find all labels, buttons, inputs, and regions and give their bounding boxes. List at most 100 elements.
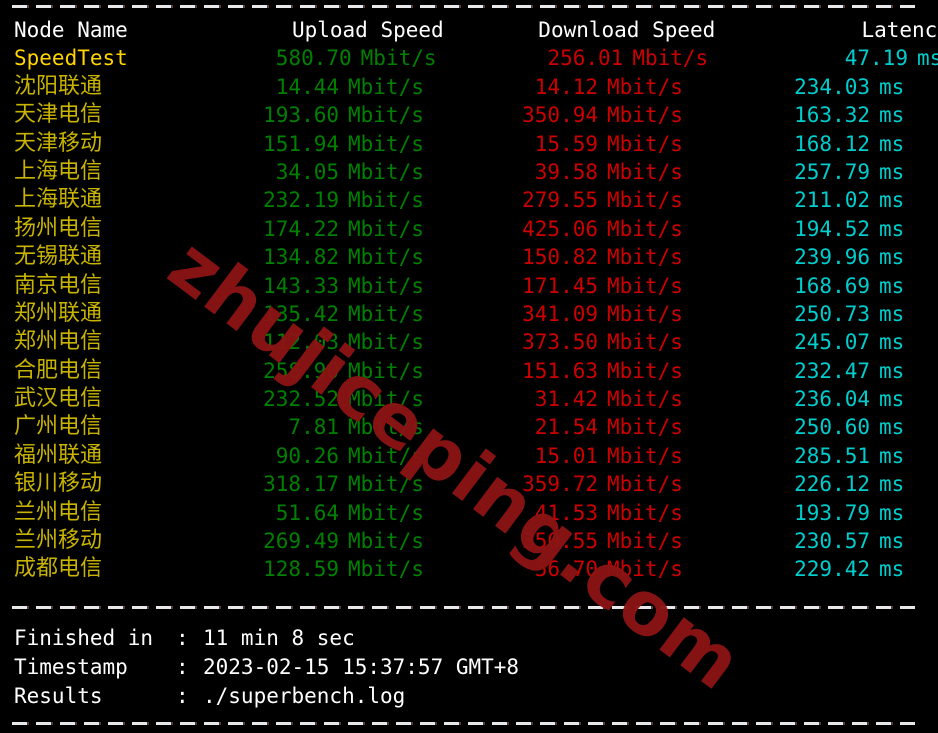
node-download-speed: 425.06 Mbit/s — [445, 215, 704, 243]
upload-value: 34.05 — [275, 159, 339, 184]
summary-latency-value: 47.19 — [844, 46, 908, 71]
separator-dash — [900, 5, 915, 8]
download-value: 31.42 — [534, 387, 598, 412]
node-name: 广州电信 — [14, 414, 103, 440]
footer-label: Timestamp — [14, 655, 128, 679]
node-download-speed: 14.12 Mbit/s — [445, 73, 704, 101]
separator-dash — [132, 722, 148, 725]
separator-dash — [444, 722, 460, 725]
download-unit: Mbit/s — [607, 557, 683, 582]
footer-row: Finished in:11 min 8 sec — [0, 624, 938, 653]
separator-dash — [12, 5, 28, 8]
separator-dash — [900, 606, 915, 609]
latency-unit: ms — [879, 415, 905, 440]
download-unit: Mbit/s — [607, 301, 683, 326]
separator-dash — [852, 5, 868, 8]
upload-unit: Mbit/s — [348, 188, 424, 213]
node-upload-speed: 128.59 Mbit/s — [180, 555, 445, 583]
latency-unit: ms — [879, 301, 905, 326]
separator-dash — [732, 606, 748, 609]
node-upload-speed: 34.05 Mbit/s — [180, 158, 445, 186]
separator-bottom — [12, 722, 915, 725]
node-name: 沈阳联通 — [14, 73, 103, 99]
node-download-speed: 341.09 Mbit/s — [445, 300, 704, 328]
separator-dash — [324, 5, 340, 8]
separator-dash — [516, 606, 532, 609]
table-row: 郑州联通 135.42 Mbit/s 341.09 Mbit/s 250.73 ms — [0, 300, 938, 328]
separator-dash — [660, 606, 676, 609]
node-latency: 239.96 ms — [704, 243, 926, 271]
node-name: 南京电信 — [14, 272, 103, 298]
node-latency: 250.73 ms — [704, 300, 926, 328]
node-latency: 236.04 ms — [704, 385, 926, 413]
download-value: 350.94 — [522, 103, 598, 128]
upload-value: 151.94 — [263, 131, 339, 156]
summary-row-name: SpeedTest — [14, 46, 128, 71]
upload-value: 318.17 — [263, 472, 339, 497]
footer-colon: : — [176, 655, 189, 679]
separator-dash — [756, 722, 772, 725]
summary-download-value: 256.01 — [547, 46, 624, 71]
separator-dash — [60, 722, 76, 725]
separator-dash — [492, 722, 508, 725]
separator-dash — [36, 606, 52, 609]
download-unit: Mbit/s — [607, 74, 683, 99]
node-latency: 163.32 ms — [704, 101, 926, 129]
separator-dash — [828, 606, 844, 609]
separator-dash — [876, 722, 892, 725]
download-value: 15.59 — [534, 131, 598, 156]
separator-top — [12, 5, 915, 8]
node-latency: 232.47 ms — [704, 357, 926, 385]
node-name: 武汉电信 — [14, 386, 103, 412]
node-download-speed: 350.94 Mbit/s — [445, 101, 704, 129]
table-row: 南京电信 143.33 Mbit/s 171.45 Mbit/s 168.69 ms — [0, 272, 938, 300]
node-name: 成都电信 — [14, 556, 103, 582]
latency-value: 230.57 — [794, 529, 870, 554]
latency-unit: ms — [879, 472, 905, 497]
node-name: 兰州移动 — [14, 528, 103, 554]
node-download-speed: 151.63 Mbit/s — [445, 357, 704, 385]
separator-dash — [516, 5, 532, 8]
separator-dash — [60, 5, 76, 8]
separator-dash — [804, 606, 820, 609]
latency-unit: ms — [879, 443, 905, 468]
node-latency: 234.03 ms — [704, 73, 926, 101]
node-upload-speed: 112.03 Mbit/s — [180, 328, 445, 356]
latency-value: 168.69 — [794, 273, 870, 298]
node-name: 无锡联通 — [14, 244, 103, 270]
summary-latency-unit: ms — [916, 46, 938, 71]
download-unit: Mbit/s — [607, 529, 683, 554]
separator-dash — [708, 606, 724, 609]
separator-dash — [228, 606, 244, 609]
separator-dash — [372, 5, 388, 8]
separator-dash — [300, 722, 316, 725]
separator-dash — [396, 5, 412, 8]
separator-dash — [84, 606, 100, 609]
node-name: 上海联通 — [14, 187, 103, 213]
download-unit: Mbit/s — [607, 188, 683, 213]
footer-value: 11 min 8 sec — [203, 626, 355, 650]
node-name: 扬州电信 — [14, 215, 103, 241]
separator-dash — [276, 722, 292, 725]
separator-dash — [564, 722, 580, 725]
separator-dash — [708, 5, 724, 8]
separator-dash — [300, 606, 316, 609]
upload-unit: Mbit/s — [348, 159, 424, 184]
separator-dash — [732, 5, 748, 8]
separator-dash — [108, 722, 124, 725]
upload-value: 14.44 — [275, 74, 339, 99]
table-row: 天津移动 151.94 Mbit/s 15.59 Mbit/s 168.12 ms — [0, 130, 938, 158]
summary-row-upload: 580.70 Mbit/s — [193, 44, 458, 72]
separator-dash — [84, 5, 100, 8]
separator-dash — [876, 606, 892, 609]
node-download-speed: 15.01 Mbit/s — [445, 442, 704, 470]
node-rows-container: 沈阳联通 14.44 Mbit/s 14.12 Mbit/s 234.03 ms 天津电信 19… — [0, 73, 938, 584]
separator-dash — [780, 5, 796, 8]
download-unit: Mbit/s — [607, 387, 683, 412]
download-unit: Mbit/s — [607, 443, 683, 468]
separator-dash — [348, 5, 364, 8]
summary-upload-value: 580.70 — [275, 46, 352, 71]
table-row: 扬州电信 174.22 Mbit/s 425.06 Mbit/s 194.52 ms — [0, 215, 938, 243]
node-upload-speed: 14.44 Mbit/s — [180, 73, 445, 101]
separator-dash — [516, 722, 532, 725]
